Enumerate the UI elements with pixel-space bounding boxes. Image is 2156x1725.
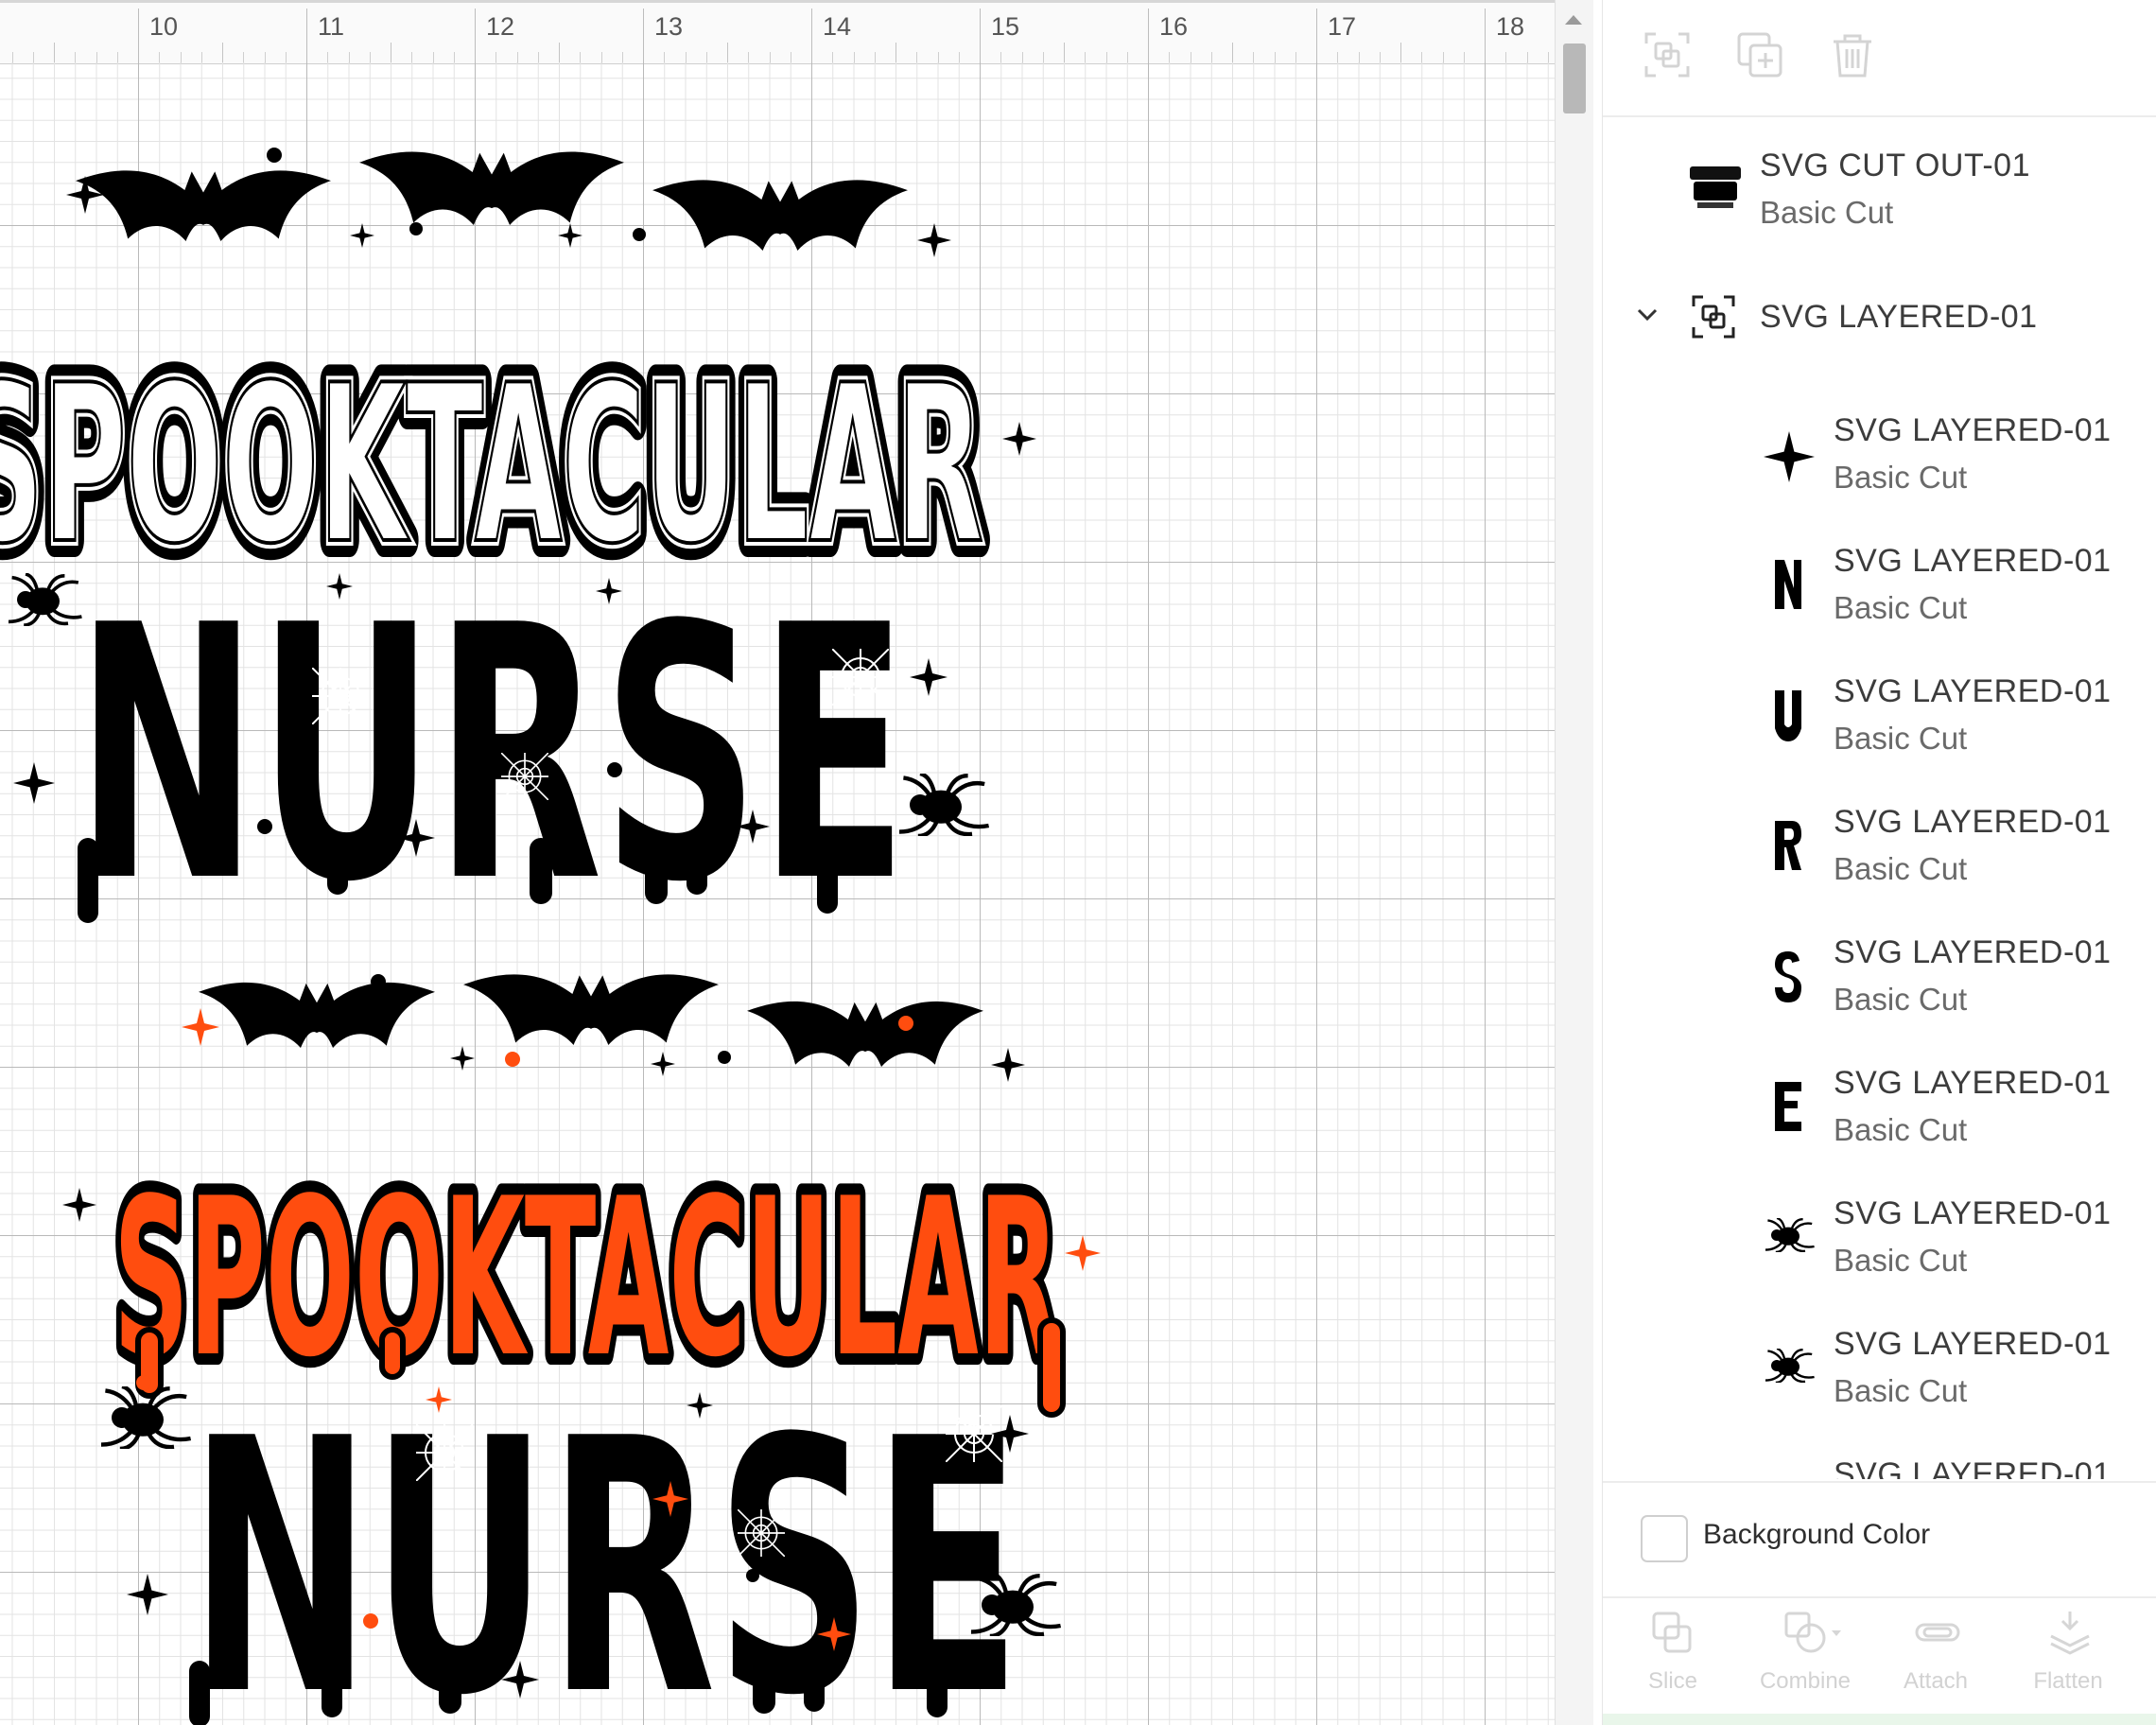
layer-name: SVG LAYERED-01 [1834,543,2112,579]
ruler-tick [1064,43,1065,63]
layer-name: SVG LAYERED-01 [1760,299,2038,335]
ruler-tick [1400,43,1401,63]
ruler-label: 10 [149,12,179,41]
layer-operation: Basic Cut [1834,721,1968,756]
ruler-tick [559,43,560,63]
spider-shape-icon [1760,1216,1817,1254]
ruler-label: 16 [1159,12,1189,41]
layer-name: SVG LAYERED-01 [1834,1326,2112,1362]
layer-group[interactable]: SVG LAYERED-01 [1603,274,2156,369]
canvas-vertical-scrollbar[interactable] [1555,0,1593,1725]
bottom-design[interactable]: SPOOKTACULAR NURSE [62,974,1101,1725]
layer-name: SVG LAYERED-01 [1834,1456,2112,1479]
star-shape-icon [1764,431,1815,482]
scrollbar-thumb[interactable] [1563,44,1586,113]
ruler-label: 17 [1328,12,1357,41]
scroll-up-arrow-icon[interactable] [1565,15,1582,25]
ruler-label: 18 [1496,12,1525,41]
bottom-word-nurse: NURSE [189,1366,1021,1725]
combine-button[interactable]: Combine [1748,1596,1862,1714]
attach-button[interactable]: Attach [1879,1596,1992,1714]
ruler-tick [895,43,896,63]
layer-item[interactable]: SVG LAYERED-01 Basic Cut [1603,392,2156,522]
top-word-nurse: NURSE [76,552,908,959]
bottom-toolbar: Slice Combine Attach Flatten [1603,1596,2156,1714]
flatten-button[interactable]: Flatten [2011,1596,2125,1714]
layer-operation: Basic Cut [1834,460,1968,495]
letter-n-icon [1769,556,1807,613]
layer-name: SVG LAYERED-01 [1834,412,2112,448]
layer-name: SVG LAYERED-01 [1834,804,2112,840]
flatten-icon [2050,1612,2090,1655]
attach-icon [1915,1623,1960,1642]
layer-item[interactable]: SVG LAYERED-01 Basic Cut [1603,522,2156,653]
spider-shape-icon [1760,1347,1817,1385]
background-color-label: Background Color [1703,1519,1931,1550]
horizontal-ruler: 10 11 12 13 14 15 16 17 18 [0,0,1555,64]
layer-operation: Basic Cut [1760,195,1894,230]
letter-s-icon [1769,948,1807,1004]
group-icon [1690,293,1737,340]
ruler-tick [727,43,728,63]
background-color-row[interactable]: Background Color [1603,1481,2156,1598]
panel-bottom-strip [1603,1714,2156,1725]
layer-item[interactable]: SVG LAYERED-01 [1603,1436,2156,1479]
layer-name: SVG LAYERED-01 [1834,1065,2112,1101]
duplicate-icon[interactable] [1733,28,1786,81]
slice-button[interactable]: Slice [1616,1596,1730,1714]
design-canvas[interactable]: 10 11 12 13 14 15 16 17 18 SPOOKTACULAR … [0,0,1555,1725]
layer-name: SVG CUT OUT-01 [1760,148,2030,183]
layer-operation: Basic Cut [1834,982,1968,1017]
artwork-thumb-icon [1688,161,1743,212]
top-design[interactable]: SPOOKTACULAR SPOOKTACULAR SPOOKTACULAR N… [0,148,1036,959]
slice-label: Slice [1647,1668,1698,1694]
layers-list[interactable]: SVG CUT OUT-01 Basic Cut SVG LAYERED-01 … [1603,117,2156,1479]
group-icon[interactable] [1641,28,1694,81]
ruler-label: 11 [318,12,345,41]
combine-icon [1784,1612,1841,1653]
background-color-swatch[interactable] [1641,1515,1688,1562]
layer-item[interactable]: SVG LAYERED-01 Basic Cut [1603,783,2156,914]
slice-icon [1652,1612,1692,1653]
layer-operation: Basic Cut [1834,1373,1968,1408]
ruler-label: 14 [823,12,852,41]
chevron-down-icon[interactable] [1633,301,1661,329]
layer-item[interactable]: SVG LAYERED-01 Basic Cut [1603,914,2156,1044]
delete-icon[interactable] [1826,28,1879,81]
ruler-label: 12 [486,12,515,41]
combine-label: Combine [1759,1668,1852,1694]
layer-name: SVG LAYERED-01 [1834,673,2112,709]
attach-label: Attach [1903,1668,1969,1694]
layer-operation: Basic Cut [1834,1243,1968,1278]
layer-name: SVG LAYERED-01 [1834,934,2112,970]
letter-r-icon [1769,817,1807,874]
layer-item[interactable]: SVG CUT OUT-01 Basic Cut [1603,117,2156,259]
ruler-tick [54,43,55,63]
layer-operation: Basic Cut [1834,851,1968,886]
spooktacular-nurse-artwork[interactable]: SPOOKTACULAR SPOOKTACULAR SPOOKTACULAR N… [0,62,1555,1725]
layer-operation: Basic Cut [1834,1112,1968,1147]
ruler-label: 15 [991,12,1020,41]
layer-name: SVG LAYERED-01 [1834,1195,2112,1231]
layers-toolbar [1603,0,2156,117]
ruler-tick [222,43,223,63]
letter-u-icon [1769,687,1807,743]
ruler-label: 13 [654,12,684,41]
layers-panel: SVG CUT OUT-01 Basic Cut SVG LAYERED-01 … [1602,0,2156,1725]
layer-item[interactable]: SVG LAYERED-01 Basic Cut [1603,1305,2156,1436]
layer-item[interactable]: SVG LAYERED-01 Basic Cut [1603,653,2156,783]
layer-item[interactable]: SVG LAYERED-01 Basic Cut [1603,1044,2156,1175]
layer-item[interactable]: SVG LAYERED-01 Basic Cut [1603,1175,2156,1305]
ruler-tick [1232,43,1233,63]
layer-operation: Basic Cut [1834,590,1968,625]
flatten-label: Flatten [2033,1668,2103,1694]
letter-e-icon [1769,1078,1807,1135]
